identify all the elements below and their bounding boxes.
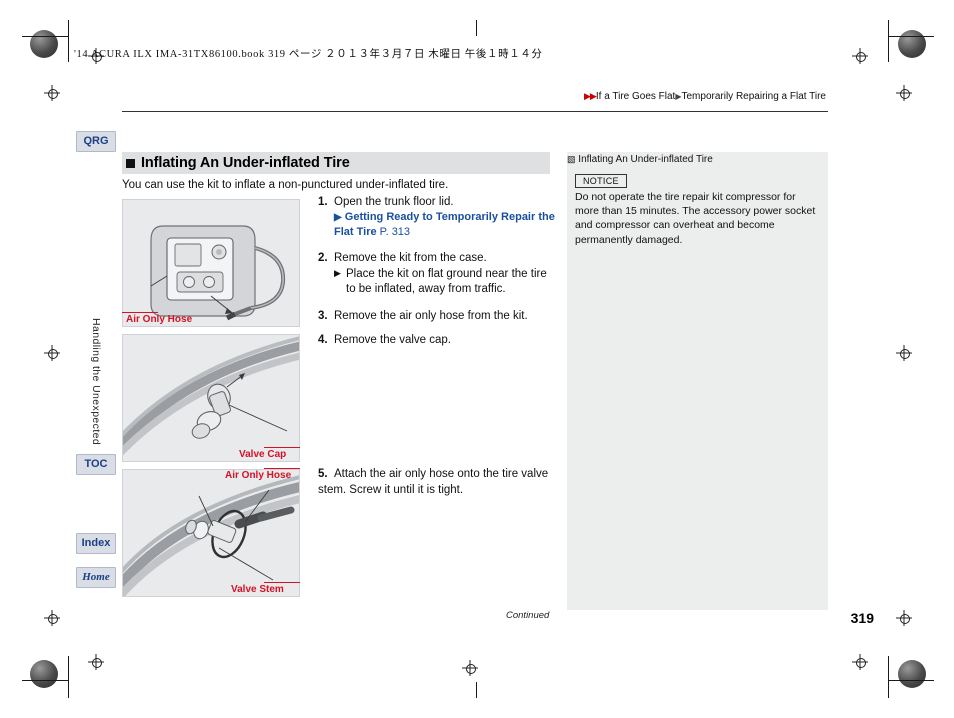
page-title: Inflating An Under-inflated Tire (141, 155, 350, 171)
step-1-number: 1. (318, 196, 328, 208)
notice-body-text: Do not operate the tire repair kit compr… (575, 191, 816, 246)
crop-mark-br-h (888, 680, 934, 681)
step-5: 5. Attach the air only hose onto the tir… (318, 466, 558, 498)
step-2-number: 2. (318, 251, 328, 264)
breadcrumb-item-1: If a Tire Goes Flat (595, 91, 676, 102)
section-title-bar: Inflating An Under-inflated Tire (122, 152, 550, 174)
figure-valve-cap (122, 334, 300, 462)
crop-mark-bl-h (22, 680, 68, 681)
crop-mark-tl-h (22, 36, 68, 37)
step-2-text: Remove the kit from the case. (334, 251, 487, 264)
registration-mark-top-left (30, 30, 58, 58)
sidebar-tab-index[interactable]: Index (76, 533, 116, 554)
registration-mark-bottom-right (898, 660, 926, 688)
figure-air-only-hose-kit (122, 199, 300, 327)
notice-badge: NOTICE (575, 174, 627, 188)
cross-reference-label: Getting Ready to Temporarily Repair the … (334, 211, 555, 238)
crop-mark-tr-h (888, 36, 934, 37)
step-1-text: Open the trunk floor lid. (334, 196, 454, 208)
caption-rule-2 (264, 447, 300, 448)
crop-mark-tl-v (68, 20, 69, 62)
crosshair-ring-bottom-right (856, 658, 866, 668)
crosshair-ring-right-middle (900, 349, 910, 359)
step-2: 2. Remove the kit from the case. ▶ Place… (318, 252, 558, 298)
chapter-vertical-label: Handling the Unexpected (90, 318, 102, 446)
figure-valve-stem (122, 469, 300, 597)
figure-3-illustration (123, 470, 299, 596)
step-4-text: Remove the valve cap. (334, 333, 451, 346)
step-3-text: Remove the air only hose from the kit. (334, 309, 528, 322)
breadcrumb-arrow-icon: ▶▶ (584, 91, 597, 101)
square-bullet-icon (126, 158, 135, 168)
caption-rule-3 (264, 468, 300, 469)
crop-mark-br-v (888, 656, 889, 698)
page-number: 319 (850, 610, 874, 626)
registration-mark-top-right (898, 30, 926, 58)
crosshair-ring-bottom-left (92, 658, 102, 668)
step-2-bullet: ▶ Place the kit on flat ground near the … (334, 267, 558, 298)
section-intro-text: You can use the kit to inflate a non-pun… (122, 179, 449, 191)
sidebar-tab-toc[interactable]: TOC (76, 454, 116, 475)
figure-caption-valve-cap: Valve Cap (239, 449, 287, 460)
figure-caption-air-only-hose-2: Air Only Hose (225, 470, 292, 481)
breadcrumb: ▶▶If a Tire Goes Flat▶Temporarily Repair… (584, 91, 826, 102)
crosshair-ring-left-upper (48, 89, 58, 99)
note-marker-icon: ▧ (567, 154, 576, 164)
crosshair-ring-center-bottom (466, 664, 476, 674)
crosshair-ring-left-middle (48, 349, 58, 359)
step-3: 3. Remove the air only hose from the kit… (318, 310, 558, 322)
crosshair-ring-right-upper (900, 89, 910, 99)
steps-list: 1. Open the trunk floor lid. ▶ Getting R… (318, 196, 558, 355)
figure-1-illustration (123, 200, 299, 326)
sidebar-tab-qrg[interactable]: QRG (76, 131, 116, 152)
step-1: 1. Open the trunk floor lid. ▶ Getting R… (318, 196, 558, 240)
crop-mark-center-bottom (476, 682, 477, 698)
sidebar-note-title: Inflating An Under-inflated Tire (578, 154, 713, 165)
registration-mark-bottom-left (30, 660, 58, 688)
breadcrumb-item-2: Temporarily Repairing a Flat Tire (681, 91, 827, 102)
reference-arrow-icon: ▶ (334, 212, 342, 223)
caption-rule-1 (122, 312, 158, 313)
crop-mark-center-top (476, 20, 477, 36)
crosshair-ring-right-lower (900, 614, 910, 624)
cross-reference-page: P. 313 (379, 225, 411, 238)
step-5-number: 5. (318, 468, 328, 480)
caption-rule-4 (264, 582, 300, 583)
print-header-line: '14 ACURA ILX IMA-31TX86100.book 319 ページ… (74, 49, 543, 60)
sidebar-note-title-row: ▧ Inflating An Under-inflated Tire (567, 154, 713, 165)
step-4-number: 4. (318, 333, 328, 346)
figure-caption-air-only-hose-1: Air Only Hose (126, 314, 193, 325)
crop-mark-tr-v (888, 20, 889, 62)
continued-label: Continued (506, 610, 550, 621)
crop-mark-bl-v (68, 656, 69, 698)
step-4: 4. Remove the valve cap. (318, 334, 558, 346)
sidebar-tab-home[interactable]: Home (76, 567, 116, 588)
header-divider (122, 111, 828, 112)
step-3-number: 3. (318, 309, 328, 322)
crosshair-ring-left-lower (48, 614, 58, 624)
figure-2-illustration (123, 335, 299, 461)
figure-caption-valve-stem: Valve Stem (231, 584, 284, 595)
step-5-text: Attach the air only hose onto the tire v… (318, 468, 549, 497)
step-2-bullet-text: Place the kit on flat ground near the ti… (346, 267, 547, 296)
triangle-bullet-icon: ▶ (334, 267, 341, 278)
cross-reference-link-flat-tire[interactable]: ▶ Getting Ready to Temporarily Repair th… (334, 210, 558, 240)
